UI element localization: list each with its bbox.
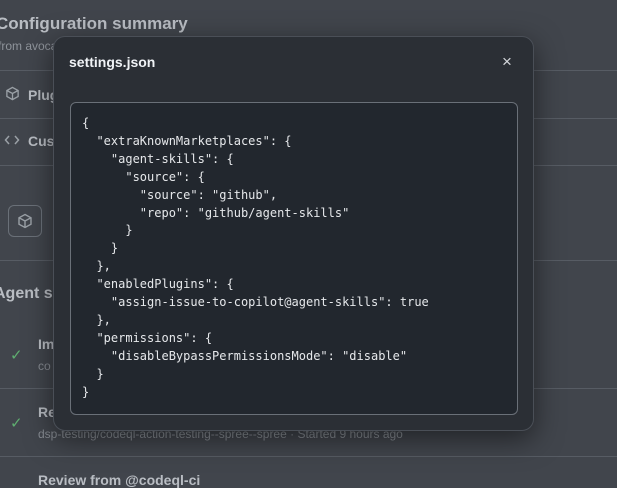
page-subtitle: from avoca xyxy=(0,39,58,53)
check-icon: ✓ xyxy=(10,347,23,364)
cube-icon xyxy=(4,86,20,104)
code-block: { "extraKnownMarketplaces": { "agent-ski… xyxy=(70,102,518,415)
settings-dialog: settings.json × { "extraKnownMarketplace… xyxy=(53,36,534,431)
close-button[interactable]: × xyxy=(495,50,519,74)
session-title[interactable]: Im xyxy=(38,336,54,352)
close-icon: × xyxy=(502,52,512,71)
page-title: Configuration summary xyxy=(0,14,188,33)
session-title[interactable]: Review from @codeql-ci xyxy=(38,472,200,488)
row-label: Cus xyxy=(28,133,55,149)
custom-row[interactable]: Cus xyxy=(0,128,54,154)
code-icon xyxy=(4,133,20,150)
cube-icon xyxy=(18,213,32,229)
divider xyxy=(0,456,617,457)
cube-button[interactable] xyxy=(8,205,42,237)
check-icon: ✓ xyxy=(10,415,23,432)
dialog-header: settings.json xyxy=(54,37,533,87)
dialog-title: settings.json xyxy=(69,54,156,70)
plugins-row[interactable]: Plug xyxy=(0,82,58,108)
json-code: { "extraKnownMarketplaces": { "agent-ski… xyxy=(82,116,429,399)
session-subtitle: co xyxy=(38,359,51,373)
